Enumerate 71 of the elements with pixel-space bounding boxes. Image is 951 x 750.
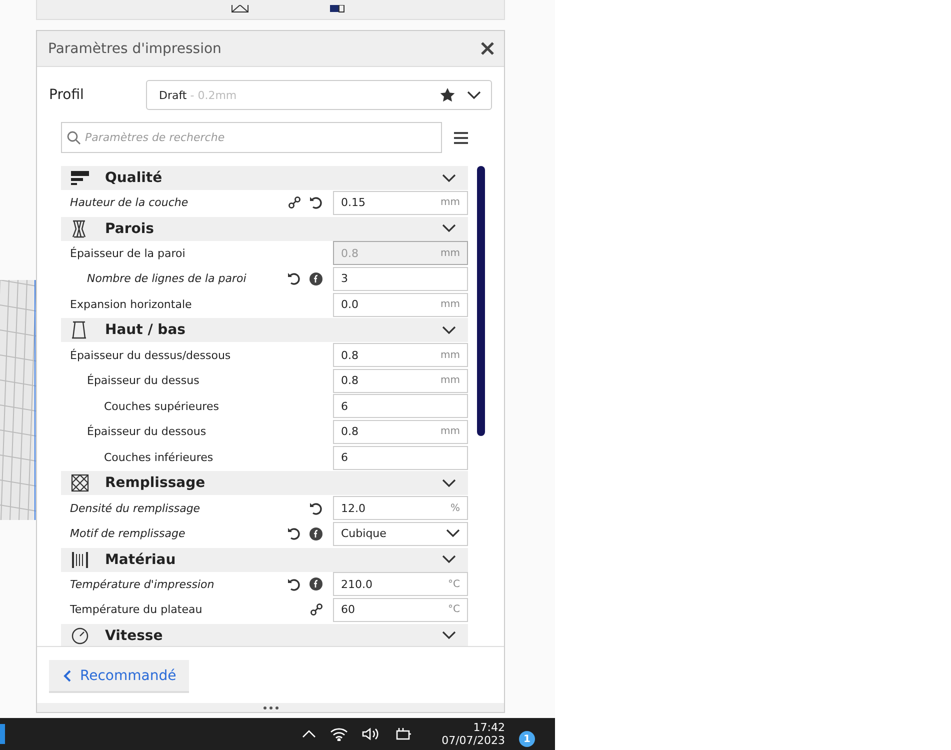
- setting-label: Épaisseur de la paroi: [69, 246, 186, 260]
- input-field[interactable]: 60 °C: [333, 598, 468, 622]
- speaker-icon[interactable]: [362, 727, 380, 741]
- setting-label: Expansion horizontale: [69, 298, 193, 312]
- recommended-button[interactable]: Recommandé: [49, 660, 190, 693]
- close-button[interactable]: [481, 42, 494, 55]
- link-icon[interactable]: [310, 603, 323, 616]
- setting-label: Épaisseur du dessus/dessous: [69, 348, 232, 362]
- search-icon: [67, 131, 81, 145]
- chevron-down-icon[interactable]: [442, 224, 456, 234]
- section-header[interactable]: Matériau: [61, 548, 468, 572]
- input-field[interactable]: 0.0 mm: [333, 292, 468, 317]
- profile-label: Profil: [49, 87, 85, 103]
- setting-label: Température d'impression: [69, 578, 216, 591]
- layers-icon: [71, 170, 89, 186]
- chevron-down-icon[interactable]: [442, 631, 456, 640]
- reset-icon[interactable]: [287, 578, 301, 591]
- input-field[interactable]: 0.8 mm: [333, 420, 468, 444]
- scrollbar[interactable]: [477, 166, 485, 436]
- chevron-down-icon[interactable]: [467, 90, 481, 100]
- section-header[interactable]: Parois: [61, 216, 468, 241]
- setting-label: Densité du remplissage: [69, 502, 202, 515]
- input-field[interactable]: 12.0 %: [333, 496, 468, 520]
- section-header[interactable]: Haut / bas: [61, 318, 468, 342]
- section-header[interactable]: Remplissage: [61, 471, 468, 496]
- chevron-up-icon[interactable]: [302, 730, 316, 738]
- chevron-down-icon[interactable]: [442, 478, 456, 488]
- reset-icon[interactable]: [309, 196, 323, 210]
- formula-icon[interactable]: [309, 577, 323, 592]
- filament-icon: [71, 550, 89, 569]
- reset-icon[interactable]: [309, 502, 323, 515]
- walls-icon: [71, 220, 87, 238]
- support-icon: [329, 5, 345, 13]
- setting-label: Température du plateau: [69, 603, 204, 616]
- setting-label: Épaisseur du dessous: [86, 425, 208, 438]
- chevron-left-icon: [63, 670, 71, 682]
- profile-dropdown[interactable]: Draft - 0.2mm: [146, 80, 492, 110]
- setting-label: Épaisseur du dessus: [86, 374, 200, 388]
- reset-icon[interactable]: [287, 527, 301, 540]
- setting-label: Nombre de lignes de la paroi: [86, 272, 248, 286]
- search-field[interactable]: Paramètres de recherche: [61, 122, 442, 153]
- setting-label: Couches inférieures: [103, 451, 214, 464]
- input-field[interactable]: 6: [333, 446, 468, 470]
- top-bottom-icon: [71, 321, 87, 340]
- section-header[interactable]: Vitesse: [61, 624, 468, 646]
- dropdown[interactable]: Cubique: [333, 522, 468, 546]
- input-field[interactable]: 6: [333, 394, 468, 418]
- drag-handle-icon[interactable]: [262, 706, 278, 710]
- input-field[interactable]: 0.8 mm: [333, 368, 468, 393]
- setting-label: Motif de remplissage: [69, 527, 186, 540]
- panel-title: Paramètres d'impression: [48, 40, 222, 56]
- infill-icon: [231, 5, 249, 13]
- clock-time[interactable]: 17:42: [473, 721, 505, 734]
- link-icon[interactable]: [288, 196, 301, 210]
- chevron-down-icon[interactable]: [442, 326, 456, 335]
- chevron-down-icon[interactable]: [442, 555, 456, 564]
- setting-label: Couches supérieures: [103, 400, 220, 413]
- wifi-icon[interactable]: [330, 727, 348, 741]
- section-header[interactable]: Qualité: [61, 166, 468, 190]
- star-icon[interactable]: [440, 88, 455, 102]
- input-field[interactable]: 0.15 mm: [333, 190, 468, 215]
- input-field[interactable]: 0.8 mm: [333, 343, 468, 368]
- chevron-down-icon[interactable]: [446, 529, 460, 538]
- input-field[interactable]: 210.0 °C: [333, 572, 468, 596]
- battery-icon[interactable]: [394, 727, 412, 741]
- setting-label: Hauteur de la couche: [69, 196, 190, 210]
- clock-date[interactable]: 07/07/2023: [442, 734, 505, 747]
- chevron-down-icon[interactable]: [442, 174, 456, 182]
- formula-icon[interactable]: [309, 526, 323, 541]
- infill-icon: [71, 474, 89, 492]
- gauge-icon: [71, 626, 89, 645]
